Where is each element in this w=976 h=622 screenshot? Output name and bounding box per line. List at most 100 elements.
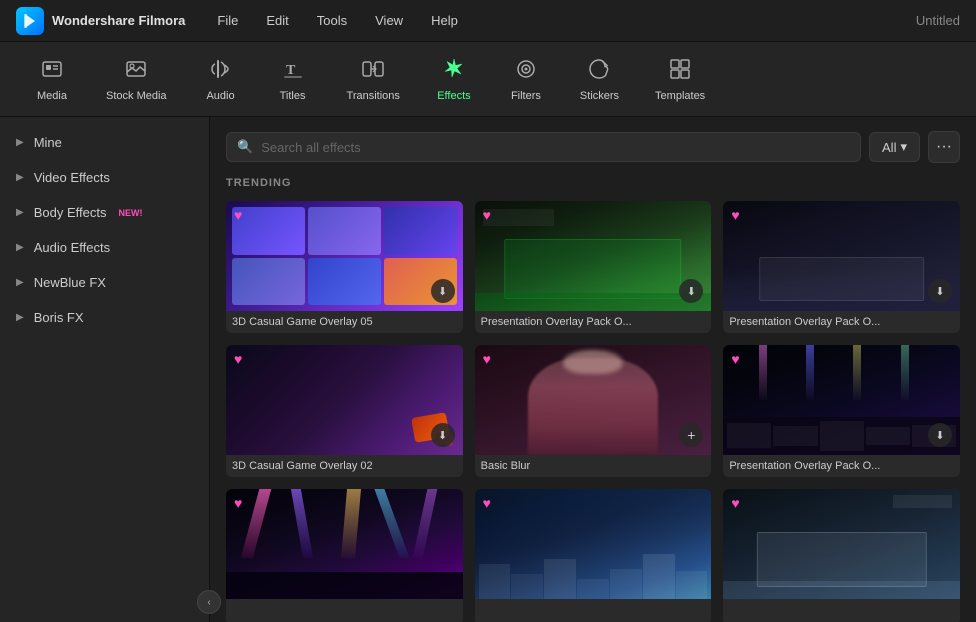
arrow-body-effects: ▶ (16, 207, 24, 218)
card-label-3: Presentation Overlay Pack O... (723, 311, 960, 333)
card-label-5: Basic Blur (475, 455, 712, 477)
chevron-down-icon: ▾ (900, 139, 907, 155)
tool-transitions-label: Transitions (347, 90, 400, 102)
menu-help[interactable]: Help (419, 9, 470, 32)
sidebar-item-boris-fx[interactable]: ▶ Boris FX (0, 300, 209, 335)
tool-templates-label: Templates (655, 90, 705, 102)
sidebar: ▶ Mine ▶ Video Effects ▶ Body Effects NE… (0, 117, 210, 622)
effects-content: 🔍 All ▾ ··· TRENDING (210, 117, 976, 622)
card-label-2: Presentation Overlay Pack O... (475, 311, 712, 333)
arrow-audio-effects: ▶ (16, 242, 24, 253)
heart-icon-6: ♥ (731, 351, 739, 367)
sidebar-item-body-effects[interactable]: ▶ Body Effects NEW! (0, 195, 209, 230)
search-bar: 🔍 All ▾ ··· (226, 131, 960, 163)
titlebar: Wondershare Filmora File Edit Tools View… (0, 0, 976, 42)
tool-effects-label: Effects (437, 90, 470, 102)
main-area: ▶ Mine ▶ Video Effects ▶ Body Effects NE… (0, 117, 976, 622)
effect-card-7[interactable]: ♥ (226, 489, 463, 622)
stock-media-icon (124, 57, 148, 85)
effect-card-2[interactable]: ♥ ⬇ Presentation Overlay Pack O... (475, 201, 712, 333)
tool-media-label: Media (37, 90, 67, 102)
card-thumb-8: ♥ (475, 489, 712, 599)
sidebar-item-video-effects[interactable]: ▶ Video Effects (0, 160, 209, 195)
stickers-icon (587, 57, 611, 85)
sidebar-item-audio-effects[interactable]: ▶ Audio Effects (0, 230, 209, 265)
tool-transitions[interactable]: Transitions (333, 49, 414, 110)
effects-icon (442, 57, 466, 85)
arrow-newblue: ▶ (16, 277, 24, 288)
tool-audio[interactable]: Audio (189, 49, 253, 110)
sidebar-video-effects-label: Video Effects (34, 170, 110, 185)
new-badge: NEW! (118, 208, 142, 218)
arrow-mine: ▶ (16, 137, 24, 148)
tool-titles[interactable]: T Titles (261, 49, 325, 110)
heart-icon-1: ♥ (234, 207, 242, 223)
tool-filters-label: Filters (511, 90, 541, 102)
tool-stickers[interactable]: Stickers (566, 49, 633, 110)
effect-card-1[interactable]: ♥ ⬇ 3D Casual Game Overlay 05 (226, 201, 463, 333)
filters-icon (514, 57, 538, 85)
card-label-6: Presentation Overlay Pack O... (723, 455, 960, 477)
audio-icon (209, 57, 233, 85)
card-thumb-3: ♥ ⬇ (723, 201, 960, 311)
effect-card-3[interactable]: ♥ ⬇ Presentation Overlay Pack O... (723, 201, 960, 333)
svg-text:T: T (286, 63, 296, 78)
effect-card-8[interactable]: ♥ (475, 489, 712, 622)
logo-icon (16, 7, 44, 35)
sidebar-newblue-label: NewBlue FX (34, 275, 106, 290)
sidebar-mine-label: Mine (34, 135, 62, 150)
heart-icon-8: ♥ (483, 495, 491, 511)
card-label-1: 3D Casual Game Overlay 05 (226, 311, 463, 333)
tool-templates[interactable]: Templates (641, 49, 719, 110)
download-button-3[interactable]: ⬇ (928, 279, 952, 303)
heart-icon-4: ♥ (234, 351, 242, 367)
card-label-8 (475, 599, 712, 622)
search-icon: 🔍 (237, 139, 253, 155)
toolbar: Media Stock Media Audio T (0, 42, 976, 117)
app-logo: Wondershare Filmora (16, 7, 185, 35)
menu-edit[interactable]: Edit (254, 9, 300, 32)
sidebar-body-effects-label: Body Effects (34, 205, 107, 220)
heart-icon-5: ♥ (483, 351, 491, 367)
menu-view[interactable]: View (363, 9, 415, 32)
tool-audio-label: Audio (206, 90, 234, 102)
card-thumb-4: ♥ ⬇ (226, 345, 463, 455)
effect-card-4[interactable]: ♥ ⬇ 3D Casual Game Overlay 02 (226, 345, 463, 477)
tool-stickers-label: Stickers (580, 90, 619, 102)
effect-card-9[interactable]: ♥ (723, 489, 960, 622)
window-title: Untitled (916, 13, 960, 28)
sidebar-collapse-button[interactable]: ‹ (197, 590, 221, 614)
sidebar-item-mine[interactable]: ▶ Mine (0, 125, 209, 160)
card-thumb-2: ♥ ⬇ (475, 201, 712, 311)
tool-effects[interactable]: Effects (422, 49, 486, 110)
heart-icon-9: ♥ (731, 495, 739, 511)
transitions-icon (361, 57, 385, 85)
search-input-wrap[interactable]: 🔍 (226, 132, 861, 162)
tool-filters[interactable]: Filters (494, 49, 558, 110)
tool-stock-media-label: Stock Media (106, 90, 167, 102)
download-button-4[interactable]: ⬇ (431, 423, 455, 447)
card-thumb-7: ♥ (226, 489, 463, 599)
media-icon (40, 57, 64, 85)
sidebar-boris-label: Boris FX (34, 310, 84, 325)
effect-card-6[interactable]: ♥ ⬇ Presentation Overlay Pack O... (723, 345, 960, 477)
card-label-9 (723, 599, 960, 622)
more-options-button[interactable]: ··· (928, 131, 960, 163)
tool-stock-media[interactable]: Stock Media (92, 49, 181, 110)
filter-dropdown-button[interactable]: All ▾ (869, 132, 920, 162)
download-button-6[interactable]: ⬇ (928, 423, 952, 447)
filter-label: All (882, 140, 896, 155)
download-button-1[interactable]: ⬇ (431, 279, 455, 303)
tool-titles-label: Titles (280, 90, 306, 102)
tool-media[interactable]: Media (20, 49, 84, 110)
card-thumb-1: ♥ ⬇ (226, 201, 463, 311)
menu-tools[interactable]: Tools (305, 9, 359, 32)
search-input[interactable] (261, 140, 850, 155)
menu-file[interactable]: File (205, 9, 250, 32)
heart-icon-3: ♥ (731, 207, 739, 223)
sidebar-item-newblue-fx[interactable]: ▶ NewBlue FX (0, 265, 209, 300)
titles-icon: T (281, 57, 305, 85)
sidebar-audio-effects-label: Audio Effects (34, 240, 110, 255)
effect-card-5[interactable]: ♥ + Basic Blur (475, 345, 712, 477)
menu-bar: File Edit Tools View Help (205, 9, 916, 32)
